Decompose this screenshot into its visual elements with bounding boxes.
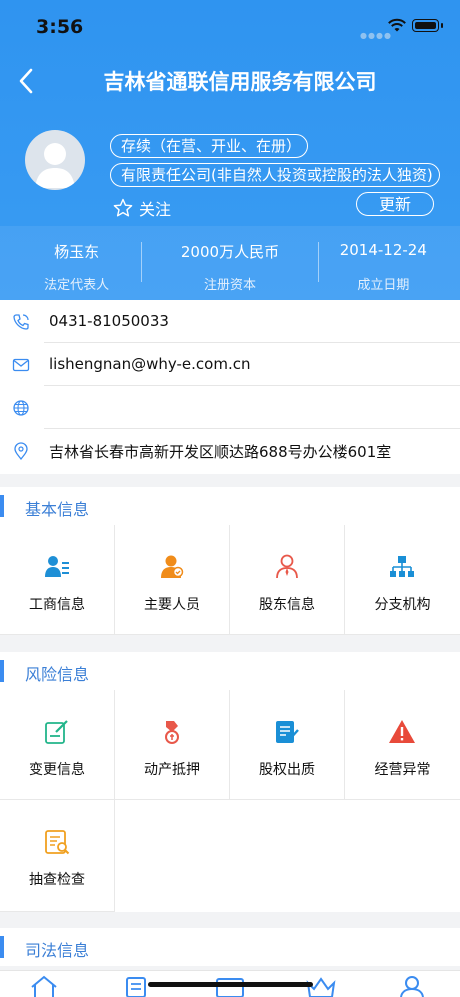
equity-pledge-icon xyxy=(276,721,299,743)
grid-item-equity-pledge[interactable]: 股权出质 xyxy=(230,690,345,800)
stat-divider xyxy=(318,242,319,282)
star-icon xyxy=(113,198,133,217)
change-info-icon xyxy=(45,720,68,744)
section-accent-bar xyxy=(0,495,4,517)
address-row[interactable]: 吉林省长春市高新开发区顺达路688号办公楼601室 xyxy=(0,429,460,472)
globe-icon xyxy=(13,400,29,416)
capital-stat: 2000万人民币 注册资本 xyxy=(153,226,306,300)
user-placeholder-icon xyxy=(35,143,75,188)
basic-info-grid: 工商信息 主要人员 股东信息 分支机构 xyxy=(0,525,460,635)
warning-icon xyxy=(389,720,415,743)
grid-item-label: 主要人员 xyxy=(144,597,200,613)
grid-item-label: 动产抵押 xyxy=(144,762,200,778)
capital-label: 注册资本 xyxy=(203,278,256,293)
judicial-info-header: 司法信息 xyxy=(0,928,460,966)
address-text: 吉林省长春市高新开发区顺达路688号办公楼601室 xyxy=(49,443,392,461)
battery-icon xyxy=(412,19,443,32)
legal-rep-label: 法定代表人 xyxy=(44,278,110,293)
home-indicator xyxy=(148,982,313,987)
company-header: 3:56 ●●●● 吉林省通联信用服务有限公司 存续（在营、开业、在册） 有限责… xyxy=(0,0,460,300)
grid-item-inspection[interactable]: 抽查检查 xyxy=(0,800,115,912)
basic-info-title: 基本信息 xyxy=(25,500,90,519)
grid-item-label: 工商信息 xyxy=(29,597,85,613)
grid-item-label: 股权出质 xyxy=(259,762,315,778)
wifi-icon xyxy=(388,18,406,32)
risk-info-title: 风险信息 xyxy=(25,665,90,684)
email-icon xyxy=(12,358,30,372)
profile-tab-icon[interactable] xyxy=(397,975,427,997)
section-accent-bar xyxy=(0,660,4,682)
grid-item-abnormal-operation[interactable]: 经营异常 xyxy=(345,690,460,800)
phone-text: 0431-81050033 xyxy=(49,312,169,330)
branch-icon xyxy=(390,556,414,577)
update-button[interactable]: 更新 xyxy=(356,192,434,216)
risk-info-header: 风险信息 xyxy=(0,652,460,690)
basic-info-header: 基本信息 xyxy=(0,487,460,525)
contact-list: 0431-81050033 lishengnan@why-e.com.cn 吉林… xyxy=(0,300,460,474)
founded-value: 2014-12-24 xyxy=(339,241,427,259)
inspection-icon xyxy=(45,830,70,855)
grid-item-shareholders[interactable]: 股东信息 xyxy=(230,525,345,635)
status-tag: 存续（在营、开业、在册） xyxy=(110,134,308,158)
grid-item-branches[interactable]: 分支机构 xyxy=(345,525,460,635)
website-row[interactable] xyxy=(0,386,460,429)
email-text: lishengnan@why-e.com.cn xyxy=(49,355,251,373)
back-arrow-icon[interactable] xyxy=(14,64,44,98)
chattel-mortgage-icon xyxy=(165,721,179,744)
grid-item-business-info[interactable]: 工商信息 xyxy=(0,525,115,635)
location-pin-icon xyxy=(14,442,28,460)
status-time: 3:56 xyxy=(36,16,84,38)
page-title: 吉林省通联信用服务有限公司 xyxy=(103,70,377,94)
email-row[interactable]: lishengnan@why-e.com.cn xyxy=(0,343,460,386)
section-accent-bar xyxy=(0,936,4,958)
stat-divider xyxy=(141,242,142,282)
company-avatar xyxy=(25,130,85,190)
grid-item-label: 变更信息 xyxy=(29,762,85,778)
status-bar: 3:56 ●●●● xyxy=(0,0,460,56)
business-info-icon xyxy=(45,556,69,577)
founded-label: 成立日期 xyxy=(357,278,410,293)
company-type-tag: 有限责任公司(非自然人投资或控股的法人独资) xyxy=(110,163,440,187)
shareholder-icon xyxy=(276,554,298,579)
phone-row[interactable]: 0431-81050033 xyxy=(0,300,460,343)
grid-item-label: 经营异常 xyxy=(374,762,431,778)
grid-item-change-info[interactable]: 变更信息 xyxy=(0,690,115,800)
grid-item-label: 股东信息 xyxy=(259,597,315,613)
legal-rep-value: 杨玉东 xyxy=(54,243,100,261)
capital-value: 2000万人民币 xyxy=(180,243,280,261)
phone-icon xyxy=(13,314,29,330)
grid-item-chattel-mortgage[interactable]: 动产抵押 xyxy=(115,690,230,800)
legal-rep-stat[interactable]: 杨玉东 法定代表人 xyxy=(0,226,153,300)
grid-item-label: 分支机构 xyxy=(374,597,431,613)
risk-info-grid: 变更信息 动产抵押 股权出质 经营异常 抽查检查 xyxy=(0,690,460,912)
home-tab-icon[interactable] xyxy=(29,975,59,997)
founded-stat: 2014-12-24 成立日期 xyxy=(307,226,460,300)
company-stats: 杨玉东 法定代表人 2000万人民币 注册资本 2014-12-24 成立日期 xyxy=(0,226,460,300)
judicial-info-title: 司法信息 xyxy=(25,941,90,960)
grid-item-key-personnel[interactable]: 主要人员 xyxy=(115,525,230,635)
follow-button[interactable]: 关注 xyxy=(113,196,171,220)
key-personnel-icon xyxy=(161,555,184,578)
grid-item-label: 抽查检查 xyxy=(29,872,85,888)
follow-label: 关注 xyxy=(139,200,172,219)
